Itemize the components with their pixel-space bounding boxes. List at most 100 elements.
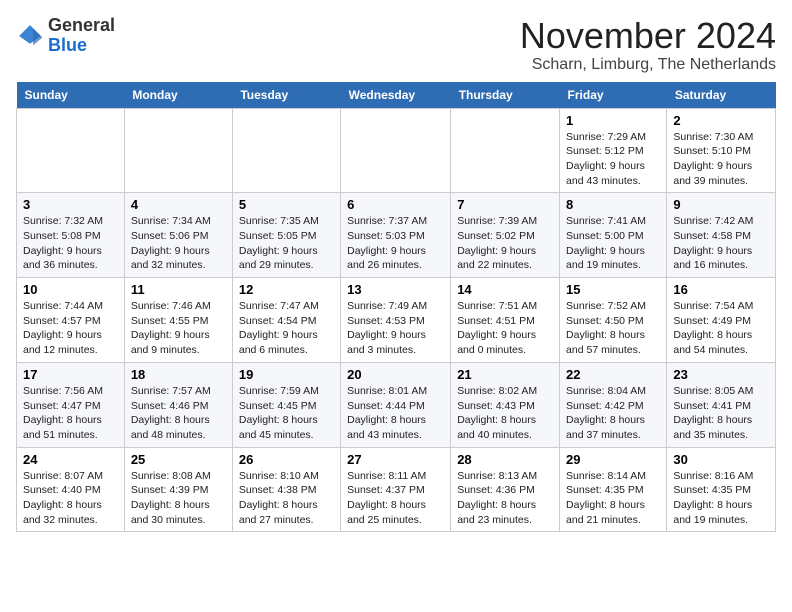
calendar-cell: 8 Sunrise: 7:41 AM Sunset: 5:00 PM Daylig… xyxy=(560,193,667,278)
calendar-cell: 5 Sunrise: 7:35 AM Sunset: 5:05 PM Daylig… xyxy=(232,193,340,278)
day-info: Sunrise: 7:52 AM Sunset: 4:50 PM Dayligh… xyxy=(566,299,660,358)
day-number: 11 xyxy=(131,282,226,297)
day-number: 7 xyxy=(457,197,553,212)
day-number: 25 xyxy=(131,452,226,467)
day-info: Sunrise: 7:30 AM Sunset: 5:10 PM Dayligh… xyxy=(673,130,769,189)
logo-icon xyxy=(16,22,44,50)
day-number: 13 xyxy=(347,282,444,297)
calendar-cell: 13 Sunrise: 7:49 AM Sunset: 4:53 PM Dayli… xyxy=(341,278,451,363)
day-info: Sunrise: 7:54 AM Sunset: 4:49 PM Dayligh… xyxy=(673,299,769,358)
calendar-cell: 25 Sunrise: 8:08 AM Sunset: 4:39 PM Dayli… xyxy=(124,447,232,532)
calendar-cell: 6 Sunrise: 7:37 AM Sunset: 5:03 PM Daylig… xyxy=(341,193,451,278)
day-info: Sunrise: 8:02 AM Sunset: 4:43 PM Dayligh… xyxy=(457,384,553,443)
day-info: Sunrise: 7:34 AM Sunset: 5:06 PM Dayligh… xyxy=(131,214,226,273)
day-number: 2 xyxy=(673,113,769,128)
day-number: 30 xyxy=(673,452,769,467)
calendar-cell: 24Sunrise: 8:07 AM Sunset: 4:40 PM Dayli… xyxy=(17,447,125,532)
col-header-saturday: Saturday xyxy=(667,82,776,109)
day-number: 4 xyxy=(131,197,226,212)
calendar-cell: 7 Sunrise: 7:39 AM Sunset: 5:02 PM Daylig… xyxy=(451,193,560,278)
header: General Blue November 2024 Scharn, Limbu… xyxy=(16,16,776,74)
day-number: 6 xyxy=(347,197,444,212)
day-number: 1 xyxy=(566,113,660,128)
month-title: November 2024 xyxy=(520,16,776,56)
calendar-cell: 22 Sunrise: 8:04 AM Sunset: 4:42 PM Dayli… xyxy=(560,362,667,447)
day-info: Sunrise: 7:29 AM Sunset: 5:12 PM Dayligh… xyxy=(566,130,660,189)
day-info: Sunrise: 7:35 AM Sunset: 5:05 PM Dayligh… xyxy=(239,214,334,273)
calendar-cell: 26Sunrise: 8:10 AM Sunset: 4:38 PM Dayli… xyxy=(232,447,340,532)
day-info: Sunrise: 7:39 AM Sunset: 5:02 PM Dayligh… xyxy=(457,214,553,273)
calendar-cell: 14 Sunrise: 7:51 AM Sunset: 4:51 PM Dayli… xyxy=(451,278,560,363)
day-number: 10 xyxy=(23,282,118,297)
day-info: Sunrise: 8:01 AM Sunset: 4:44 PM Dayligh… xyxy=(347,384,444,443)
calendar-cell: 29Sunrise: 8:14 AM Sunset: 4:35 PM Dayli… xyxy=(560,447,667,532)
calendar-cell xyxy=(451,108,560,193)
day-info: Sunrise: 8:11 AM Sunset: 4:37 PM Dayligh… xyxy=(347,469,444,528)
day-info: Sunrise: 7:49 AM Sunset: 4:53 PM Dayligh… xyxy=(347,299,444,358)
calendar-cell: 28Sunrise: 8:13 AM Sunset: 4:36 PM Dayli… xyxy=(451,447,560,532)
calendar-cell: 11 Sunrise: 7:46 AM Sunset: 4:55 PM Dayli… xyxy=(124,278,232,363)
day-number: 8 xyxy=(566,197,660,212)
col-header-friday: Friday xyxy=(560,82,667,109)
day-info: Sunrise: 8:10 AM Sunset: 4:38 PM Dayligh… xyxy=(239,469,334,528)
day-number: 19 xyxy=(239,367,334,382)
day-number: 21 xyxy=(457,367,553,382)
calendar-cell: 18Sunrise: 7:57 AM Sunset: 4:46 PM Dayli… xyxy=(124,362,232,447)
col-header-monday: Monday xyxy=(124,82,232,109)
logo: General Blue xyxy=(16,16,115,56)
day-info: Sunrise: 7:47 AM Sunset: 4:54 PM Dayligh… xyxy=(239,299,334,358)
col-header-tuesday: Tuesday xyxy=(232,82,340,109)
calendar-table: SundayMondayTuesdayWednesdayThursdayFrid… xyxy=(16,82,776,533)
day-number: 23 xyxy=(673,367,769,382)
calendar-cell: 16 Sunrise: 7:54 AM Sunset: 4:49 PM Dayli… xyxy=(667,278,776,363)
day-info: Sunrise: 8:13 AM Sunset: 4:36 PM Dayligh… xyxy=(457,469,553,528)
calendar-cell: 1 Sunrise: 7:29 AM Sunset: 5:12 PM Daylig… xyxy=(560,108,667,193)
day-info: Sunrise: 7:41 AM Sunset: 5:00 PM Dayligh… xyxy=(566,214,660,273)
day-info: Sunrise: 8:08 AM Sunset: 4:39 PM Dayligh… xyxy=(131,469,226,528)
day-number: 5 xyxy=(239,197,334,212)
calendar-cell: 12 Sunrise: 7:47 AM Sunset: 4:54 PM Dayli… xyxy=(232,278,340,363)
day-info: Sunrise: 7:56 AM Sunset: 4:47 PM Dayligh… xyxy=(23,384,118,443)
calendar-cell: 17 Sunrise: 7:56 AM Sunset: 4:47 PM Dayli… xyxy=(17,362,125,447)
day-number: 14 xyxy=(457,282,553,297)
day-number: 20 xyxy=(347,367,444,382)
location-title: Scharn, Limburg, The Netherlands xyxy=(520,56,776,74)
calendar-cell: 20 Sunrise: 8:01 AM Sunset: 4:44 PM Dayli… xyxy=(341,362,451,447)
day-info: Sunrise: 7:46 AM Sunset: 4:55 PM Dayligh… xyxy=(131,299,226,358)
day-info: Sunrise: 8:04 AM Sunset: 4:42 PM Dayligh… xyxy=(566,384,660,443)
calendar-cell: 2 Sunrise: 7:30 AM Sunset: 5:10 PM Daylig… xyxy=(667,108,776,193)
day-number: 12 xyxy=(239,282,334,297)
day-number: 22 xyxy=(566,367,660,382)
calendar-cell: 30 Sunrise: 8:16 AM Sunset: 4:35 PM Dayli… xyxy=(667,447,776,532)
col-header-thursday: Thursday xyxy=(451,82,560,109)
title-area: November 2024 Scharn, Limburg, The Nethe… xyxy=(520,16,776,74)
day-info: Sunrise: 7:51 AM Sunset: 4:51 PM Dayligh… xyxy=(457,299,553,358)
day-info: Sunrise: 8:05 AM Sunset: 4:41 PM Dayligh… xyxy=(673,384,769,443)
day-number: 16 xyxy=(673,282,769,297)
day-info: Sunrise: 8:16 AM Sunset: 4:35 PM Dayligh… xyxy=(673,469,769,528)
calendar-cell: 23 Sunrise: 8:05 AM Sunset: 4:41 PM Dayli… xyxy=(667,362,776,447)
calendar-cell: 19Sunrise: 7:59 AM Sunset: 4:45 PM Dayli… xyxy=(232,362,340,447)
col-header-wednesday: Wednesday xyxy=(341,82,451,109)
col-header-sunday: Sunday xyxy=(17,82,125,109)
day-number: 27 xyxy=(347,452,444,467)
day-info: Sunrise: 8:07 AM Sunset: 4:40 PM Dayligh… xyxy=(23,469,118,528)
calendar-cell: 3Sunrise: 7:32 AM Sunset: 5:08 PM Daylig… xyxy=(17,193,125,278)
calendar-cell: 9Sunrise: 7:42 AM Sunset: 4:58 PM Daylig… xyxy=(667,193,776,278)
day-info: Sunrise: 7:44 AM Sunset: 4:57 PM Dayligh… xyxy=(23,299,118,358)
day-info: Sunrise: 7:37 AM Sunset: 5:03 PM Dayligh… xyxy=(347,214,444,273)
calendar-cell xyxy=(124,108,232,193)
day-number: 17 xyxy=(23,367,118,382)
day-number: 15 xyxy=(566,282,660,297)
day-info: Sunrise: 8:14 AM Sunset: 4:35 PM Dayligh… xyxy=(566,469,660,528)
calendar-cell xyxy=(17,108,125,193)
logo-text: General Blue xyxy=(48,16,115,56)
calendar-cell: 21 Sunrise: 8:02 AM Sunset: 4:43 PM Dayli… xyxy=(451,362,560,447)
calendar-cell xyxy=(341,108,451,193)
calendar-cell: 27 Sunrise: 8:11 AM Sunset: 4:37 PM Dayli… xyxy=(341,447,451,532)
day-number: 3 xyxy=(23,197,118,212)
day-number: 18 xyxy=(131,367,226,382)
calendar-cell: 4 Sunrise: 7:34 AM Sunset: 5:06 PM Daylig… xyxy=(124,193,232,278)
day-number: 9 xyxy=(673,197,769,212)
calendar-cell: 15 Sunrise: 7:52 AM Sunset: 4:50 PM Dayli… xyxy=(560,278,667,363)
